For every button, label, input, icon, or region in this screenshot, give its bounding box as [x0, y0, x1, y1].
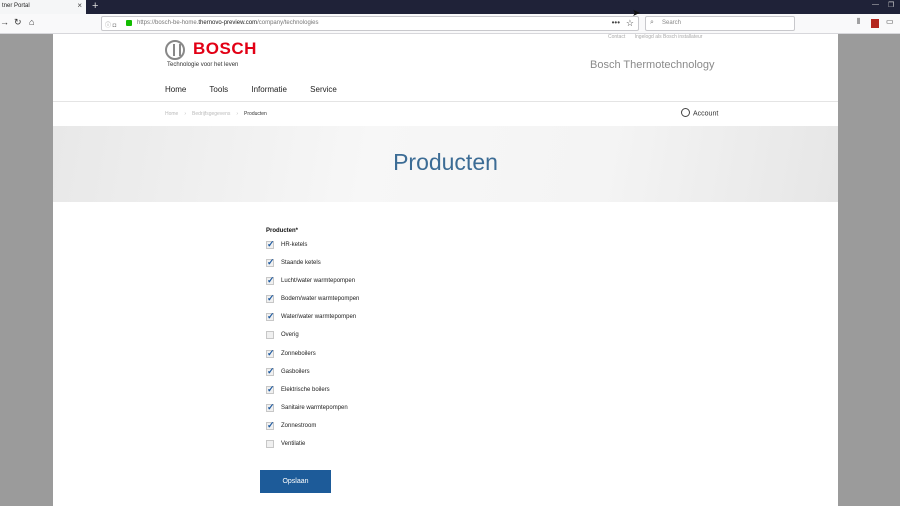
contact-link[interactable]: Contact: [608, 34, 625, 40]
restore-icon[interactable]: ❐: [888, 1, 894, 9]
url-prefix: https://bosch-be-home.: [137, 20, 199, 26]
breadcrumb: Home › Bedrijfsgegevens › Producten: [165, 111, 267, 117]
forward-icon[interactable]: →: [0, 17, 9, 27]
logged-in-link[interactable]: Ingelogd als Bosch installateur: [635, 34, 703, 40]
company-name: Bosch Thermotechnology: [590, 59, 715, 71]
checkbox[interactable]: [266, 384, 275, 395]
header-divider: [53, 101, 838, 102]
breadcrumb-home[interactable]: Home: [165, 111, 178, 117]
minimize-icon[interactable]: —: [872, 1, 879, 8]
bosch-logo-icon[interactable]: [165, 40, 185, 60]
checkbox-label: Gasboilers: [281, 368, 310, 375]
checkbox-label: Bodem/water warmtepompen: [281, 296, 360, 303]
search-bar[interactable]: ⌕ Search: [645, 16, 795, 31]
reload-icon[interactable]: ↻: [14, 17, 22, 28]
browser-tab[interactable]: tner Portal ×: [0, 0, 86, 14]
url-host: thernovo-preview.com: [198, 20, 258, 26]
account-icon: [681, 108, 690, 117]
new-tab-button[interactable]: +: [92, 0, 98, 13]
pdf-icon[interactable]: [871, 19, 879, 28]
breadcrumb-bedrijfsgegevens[interactable]: Bedrijfsgegevens: [192, 111, 230, 117]
checkbox-label: HR-ketels: [281, 242, 308, 248]
checkbox-label: Overig: [281, 332, 299, 339]
url-bar[interactable]: ⓘ ◘ https://bosch-be-home.thernovo-previ…: [101, 16, 639, 31]
checkbox[interactable]: [266, 348, 275, 359]
tab-close-icon[interactable]: ×: [77, 2, 82, 10]
checkbox-label: Sanitaire warmtepompen: [281, 404, 348, 411]
checkbox[interactable]: [266, 440, 274, 449]
account-link[interactable]: Account: [681, 108, 719, 118]
lock-icon: [126, 20, 132, 26]
nav-informatie[interactable]: Informatie: [251, 85, 287, 94]
mouse-cursor-icon: ➤: [632, 8, 641, 19]
search-placeholder: Search: [662, 20, 682, 26]
home-icon[interactable]: ⌂: [29, 17, 34, 27]
checkbox[interactable]: [266, 275, 275, 286]
checkbox-label: Staande ketels: [281, 260, 321, 267]
nav-tools[interactable]: Tools: [209, 85, 228, 94]
checkbox[interactable]: [266, 402, 275, 413]
nav-home[interactable]: Home: [165, 85, 186, 94]
checkbox[interactable]: [266, 366, 275, 377]
account-label: Account: [693, 110, 719, 118]
checkbox[interactable]: [266, 239, 275, 250]
web-page: BOSCH Technologie voor het leven Contact…: [53, 34, 838, 506]
search-icon: ⌕: [650, 19, 654, 26]
checkbox[interactable]: [266, 331, 274, 340]
url-text[interactable]: https://bosch-be-home.thernovo-preview.c…: [137, 20, 318, 26]
browser-toolbar: → ↻ ⌂ ⓘ ◘ https://bosch-be-home.thernovo…: [0, 14, 900, 34]
info-icon[interactable]: ⓘ ◘: [105, 20, 116, 29]
page-title: Producten: [393, 149, 498, 175]
checkbox-label: Water/water warmtepompen: [281, 314, 357, 321]
page-actions-icon[interactable]: •••: [612, 18, 620, 27]
nav-service[interactable]: Service: [310, 85, 337, 94]
top-links: Contact Ingelogd als Bosch installateur: [608, 34, 710, 40]
breadcrumb-current: Producten: [244, 111, 267, 117]
checkbox[interactable]: [266, 293, 275, 304]
checkbox-label: Ventilatie: [281, 441, 306, 448]
main-nav: Home Tools Informatie Service: [165, 85, 358, 94]
checkbox-label: Lucht/water warmtepompen: [281, 278, 356, 285]
bookmark-star-icon[interactable]: ☆: [626, 18, 634, 29]
breadcrumb-separator: ›: [236, 111, 239, 117]
breadcrumb-separator: ›: [184, 111, 187, 117]
browser-tab-bar: tner Portal × + — ❐: [0, 0, 900, 14]
save-button[interactable]: Opslaan: [260, 470, 331, 493]
sidebar-icon[interactable]: ▭: [886, 17, 894, 26]
checkbox[interactable]: [266, 311, 275, 322]
browser-tab-title: tner Portal: [2, 3, 30, 9]
checkbox-label: Elektrische boilers: [281, 386, 330, 393]
logo-slogan: Technologie voor het leven: [167, 62, 239, 68]
checkbox-label: Zonneboilers: [281, 350, 316, 357]
url-path: /company/technologies: [257, 20, 319, 26]
logo-text[interactable]: BOSCH: [193, 39, 257, 59]
hero-banner: Producten: [53, 126, 838, 202]
checkbox[interactable]: [266, 257, 275, 268]
checkbox[interactable]: [266, 420, 275, 431]
products-label: Producten*: [266, 228, 299, 234]
library-icon[interactable]: ⫴: [857, 17, 860, 27]
checkbox-label: Zonnestroom: [281, 422, 317, 429]
